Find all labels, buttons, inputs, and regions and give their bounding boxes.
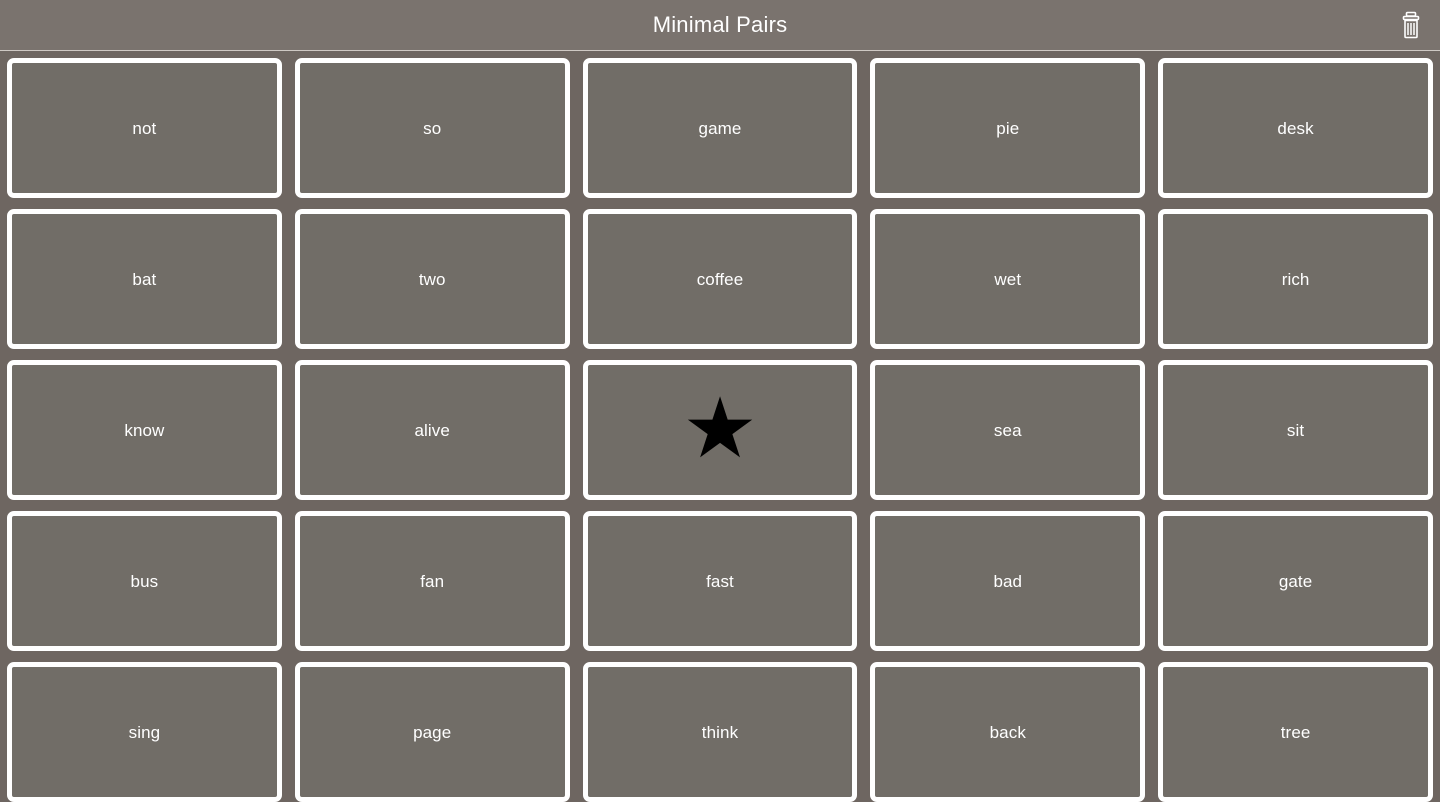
board-card-label: gate: [1278, 571, 1313, 591]
board-card-label: fast: [706, 571, 734, 591]
board-card[interactable]: wet: [870, 209, 1146, 349]
board-card-label: sit: [1286, 420, 1305, 440]
board-card[interactable]: bad: [870, 511, 1146, 651]
board-card[interactable]: alive: [294, 360, 570, 500]
board-card[interactable]: bat: [7, 209, 282, 349]
board-card[interactable]: gate: [1158, 511, 1433, 651]
board-card[interactable]: sit: [1158, 360, 1433, 500]
board-card-label: alive: [414, 420, 450, 440]
board-card[interactable]: game: [582, 58, 858, 198]
board-card[interactable]: pie: [870, 58, 1146, 198]
board-card[interactable]: fan: [294, 511, 570, 651]
board-card-label: know: [124, 420, 165, 440]
trash-icon: [1399, 11, 1423, 39]
board-card-label: sing: [128, 722, 161, 742]
board-card-label: two: [418, 269, 446, 289]
board-card-label: rich: [1281, 269, 1310, 289]
board-card[interactable]: desk: [1158, 58, 1433, 198]
board-card-label: pie: [996, 118, 1020, 138]
board-card[interactable]: back: [870, 662, 1146, 802]
board-card[interactable]: sing: [7, 662, 282, 802]
board-card[interactable]: page: [294, 662, 570, 802]
star-icon: ★: [682, 381, 758, 475]
board-card[interactable]: rich: [1158, 209, 1433, 349]
board-card-label: tree: [1280, 722, 1311, 742]
board-card[interactable]: two: [294, 209, 570, 349]
board-card-label: so: [423, 118, 442, 138]
board-card[interactable]: coffee: [582, 209, 858, 349]
board-card-label: game: [698, 118, 742, 138]
board-card-label: bus: [130, 571, 159, 591]
board-card[interactable]: tree: [1158, 662, 1433, 802]
board-card-label: coffee: [696, 269, 744, 289]
page-title: Minimal Pairs: [652, 12, 788, 37]
board-card-label: bat: [132, 269, 157, 289]
bingo-board: not so game pie desk bat two coffee wet rich know a…: [0, 51, 1440, 802]
clear-board-button[interactable]: [1394, 8, 1428, 42]
board-card-label: bad: [993, 571, 1023, 591]
board-card-label: think: [701, 722, 739, 742]
board-card-free[interactable]: ★: [582, 360, 858, 500]
board-card-label: wet: [994, 269, 1022, 289]
board-card-label: not: [132, 118, 157, 138]
board-card-label: page: [413, 722, 452, 742]
board-card[interactable]: fast: [582, 511, 858, 651]
board-card-label: back: [989, 722, 1026, 742]
board-card-label: desk: [1277, 118, 1314, 138]
board-card[interactable]: bus: [7, 511, 282, 651]
app-header: Minimal Pairs: [0, 0, 1440, 51]
board-card-label: fan: [420, 571, 445, 591]
board-card[interactable]: not: [7, 58, 282, 198]
board-card[interactable]: so: [294, 58, 570, 198]
board-card[interactable]: know: [7, 360, 282, 500]
board-card-label: sea: [993, 420, 1022, 440]
board-card[interactable]: think: [582, 662, 858, 802]
board-card[interactable]: sea: [870, 360, 1146, 500]
